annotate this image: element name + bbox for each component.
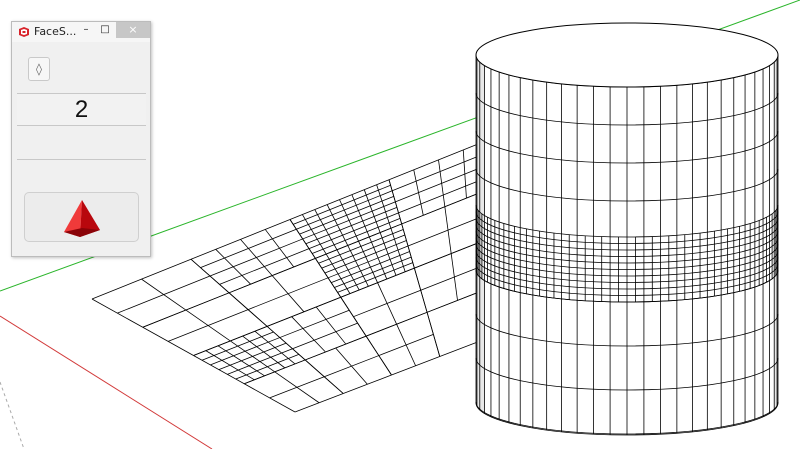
plane-edge bbox=[247, 277, 329, 310]
plane-edge bbox=[305, 206, 398, 245]
red-axis bbox=[0, 315, 213, 449]
plane-edge bbox=[266, 326, 306, 361]
plane-edge bbox=[334, 256, 412, 288]
plane-edge bbox=[117, 275, 211, 314]
plane-edge bbox=[302, 201, 396, 240]
plane-edge bbox=[391, 356, 440, 376]
app-icon bbox=[19, 27, 29, 37]
run-button[interactable] bbox=[24, 192, 139, 242]
plane-edge bbox=[340, 267, 415, 298]
plane-mesh[interactable] bbox=[91, 139, 489, 413]
plane-edge bbox=[343, 374, 392, 394]
plane-edge bbox=[327, 245, 409, 279]
plane-edge bbox=[426, 312, 441, 357]
maximize-button[interactable]: □ bbox=[98, 22, 112, 38]
cylinder-mesh[interactable] bbox=[475, 22, 779, 436]
plane-edge bbox=[289, 179, 390, 220]
plane-edge bbox=[292, 322, 358, 350]
plane-edge bbox=[324, 240, 407, 274]
plane-edge bbox=[294, 393, 344, 413]
plane-edge bbox=[200, 228, 297, 269]
plane-edge bbox=[235, 353, 299, 380]
plane-edge bbox=[193, 326, 268, 356]
plane-edge bbox=[378, 334, 434, 356]
plane-edge bbox=[353, 289, 421, 318]
plane-edge bbox=[218, 342, 287, 370]
plane-edge bbox=[91, 258, 192, 300]
secondary-value-field[interactable] bbox=[17, 127, 146, 160]
plane-edge bbox=[266, 296, 341, 327]
plane-edge bbox=[293, 184, 391, 225]
faces-tool-window[interactable]: FaceS... – □ × ◊ 2 bbox=[11, 21, 151, 257]
subdivision-value-field[interactable]: 2 bbox=[17, 93, 146, 126]
plane-edge bbox=[392, 152, 489, 192]
plane-edge bbox=[324, 355, 379, 378]
plane-edge bbox=[315, 306, 347, 345]
diamond-toggle-icon: ◊ bbox=[36, 62, 42, 76]
plane-edge bbox=[201, 331, 274, 361]
plane-edge bbox=[190, 219, 291, 260]
plane-edge bbox=[269, 376, 325, 399]
red-pyramid-icon bbox=[64, 200, 100, 237]
minimize-button[interactable]: – bbox=[79, 22, 93, 38]
plane-edge bbox=[296, 190, 393, 230]
plane-edge bbox=[331, 251, 410, 284]
plane-edge bbox=[167, 309, 249, 342]
diamond-toggle-button[interactable]: ◊ bbox=[28, 57, 50, 81]
title-bar[interactable]: FaceS... – □ × bbox=[12, 22, 150, 42]
close-button[interactable]: × bbox=[116, 22, 150, 38]
plane-edge bbox=[337, 262, 413, 293]
plane-edge bbox=[210, 337, 280, 366]
grey-axis bbox=[0, 381, 25, 449]
plane-edge bbox=[305, 335, 367, 361]
plane-edge bbox=[299, 195, 394, 235]
window-title: FaceS... bbox=[34, 25, 77, 38]
cylinder-top-cap bbox=[475, 22, 779, 88]
plane-edge bbox=[318, 229, 404, 264]
plane-edge bbox=[227, 348, 293, 375]
plane-edge bbox=[279, 309, 350, 338]
plane-edge bbox=[395, 164, 489, 203]
plane-edge bbox=[321, 234, 406, 269]
plane-edge bbox=[388, 139, 489, 181]
plane-edge bbox=[365, 311, 428, 337]
